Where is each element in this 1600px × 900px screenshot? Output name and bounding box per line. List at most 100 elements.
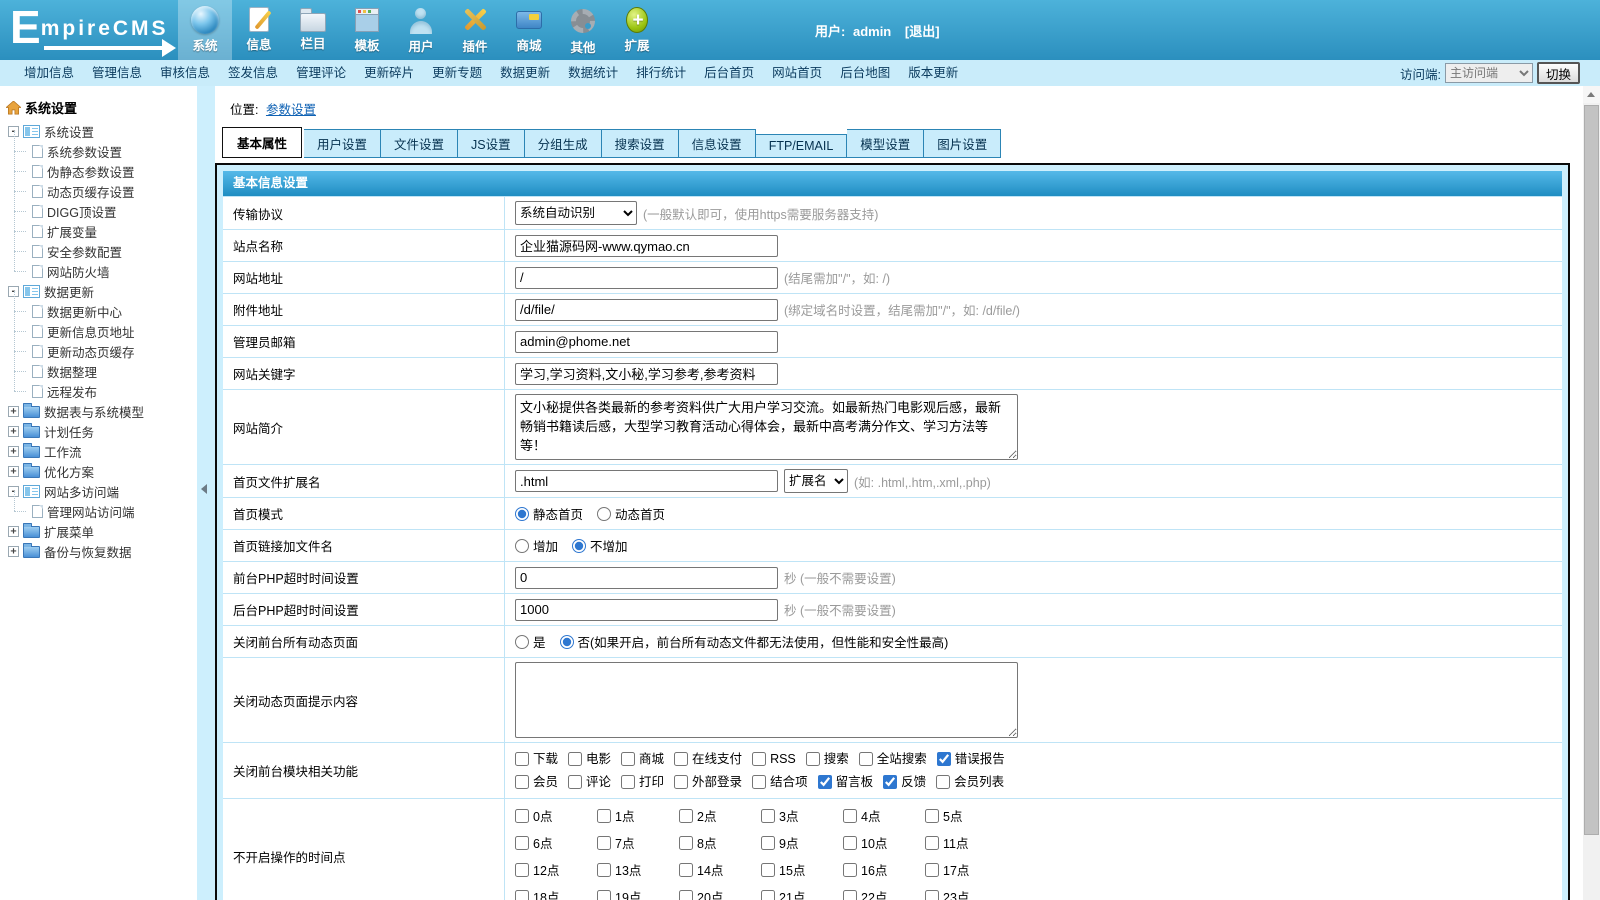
hour-checkbox-option[interactable]: 0点 [515,806,597,825]
close-dynamic-option[interactable]: 否(如果开启，前台所有动态文件都无法使用，但性能和安全性最高) [560,632,949,651]
main-nav-item[interactable]: 栏目 [286,0,340,60]
module-checkbox-option[interactable]: 全站搜索 [859,749,927,769]
checkbox[interactable] [515,775,529,789]
menubar-item[interactable]: 更新碎片 [355,60,423,86]
radio-button[interactable] [560,635,574,649]
hour-checkbox-option[interactable]: 2点 [679,806,761,825]
checkbox[interactable] [937,752,951,766]
checkbox[interactable] [752,775,766,789]
radio-button[interactable] [515,635,529,649]
menubar-item[interactable]: 管理信息 [83,60,151,86]
sidebar-collapse-icon[interactable] [201,484,207,494]
menubar-item[interactable]: 数据更新 [491,60,559,86]
checkbox[interactable] [597,890,611,900]
hour-checkbox-option[interactable]: 9点 [761,833,843,852]
sidebar-tree-item[interactable]: 优化方案 [0,461,197,481]
checkbox[interactable] [597,863,611,877]
radio-button[interactable] [572,539,586,553]
hour-checkbox-option[interactable]: 7点 [597,833,679,852]
sidebar-tree-item[interactable]: 更新信息页地址 [0,321,197,341]
module-checkbox-option[interactable]: 评论 [568,772,611,792]
checkbox[interactable] [515,752,529,766]
hour-checkbox-option[interactable]: 3点 [761,806,843,825]
index-mode-option[interactable]: 静态首页 [515,504,583,523]
settings-tab[interactable]: 分组生成 [525,129,602,158]
hour-checkbox-option[interactable]: 14点 [679,860,761,879]
sidebar-tree-item[interactable]: 网站多访问端 [0,481,197,501]
checkbox[interactable] [679,890,693,900]
back-timeout-input[interactable] [515,599,778,621]
hour-checkbox-option[interactable]: 8点 [679,833,761,852]
module-checkbox-option[interactable]: 留言板 [818,772,874,792]
tree-toggle-icon[interactable] [8,406,19,417]
checkbox[interactable] [679,809,693,823]
hour-checkbox-option[interactable]: 13点 [597,860,679,879]
checkbox[interactable] [761,890,775,900]
checkbox[interactable] [818,775,832,789]
hour-checkbox-option[interactable]: 22点 [843,887,925,900]
main-nav-item[interactable]: 插件 [448,0,502,60]
checkbox[interactable] [621,775,635,789]
access-select[interactable]: 主访问端 [1445,63,1533,83]
settings-tab[interactable]: 搜索设置 [602,129,679,158]
sidebar-tree-item[interactable]: 伪静态参数设置 [0,161,197,181]
settings-tab[interactable]: FTP/EMAIL [756,134,848,158]
hour-checkbox-option[interactable]: 15点 [761,860,843,879]
index-filename-option[interactable]: 增加 [515,536,558,555]
site-url-input[interactable] [515,267,778,289]
hour-checkbox-option[interactable]: 20点 [679,887,761,900]
module-checkbox-option[interactable]: 在线支付 [674,749,742,769]
module-checkbox-option[interactable]: 下载 [515,749,558,769]
index-mode-option[interactable]: 动态首页 [597,504,665,523]
main-nav-item[interactable]: 商城 [502,0,556,60]
module-checkbox-option[interactable]: 会员列表 [936,772,1004,792]
keywords-input[interactable] [515,363,778,385]
module-checkbox-option[interactable]: 电影 [568,749,611,769]
checkbox[interactable] [843,836,857,850]
checkbox[interactable] [761,809,775,823]
checkbox[interactable] [806,752,820,766]
checkbox[interactable] [752,752,766,766]
checkbox[interactable] [925,890,939,900]
menubar-item[interactable]: 增加信息 [15,60,83,86]
hour-checkbox-option[interactable]: 11点 [925,833,1007,852]
settings-tab[interactable]: 图片设置 [924,129,1001,158]
settings-tab[interactable]: 用户设置 [304,129,381,158]
checkbox[interactable] [515,863,529,877]
checkbox[interactable] [761,863,775,877]
hour-checkbox-option[interactable]: 12点 [515,860,597,879]
radio-button[interactable] [597,507,611,521]
sidebar-tree-item[interactable]: 系统设置 [0,121,197,141]
menubar-item[interactable]: 版本更新 [899,60,967,86]
breadcrumb-link[interactable]: 参数设置 [266,103,316,117]
hour-checkbox-option[interactable]: 5点 [925,806,1007,825]
hour-checkbox-option[interactable]: 4点 [843,806,925,825]
sidebar-tree-item[interactable]: 数据整理 [0,361,197,381]
index-ext-input[interactable] [515,470,778,492]
main-nav-item[interactable]: 用户 [394,0,448,60]
sidebar-tree-item[interactable]: 管理网站访问端 [0,501,197,521]
menubar-item[interactable]: 后台首页 [695,60,763,86]
main-nav-item[interactable]: 信息 [232,0,286,60]
module-checkbox-option[interactable]: 打印 [621,772,664,792]
module-checkbox-option[interactable]: 会员 [515,772,558,792]
scroll-up-arrow-icon[interactable] [1583,86,1600,103]
checkbox[interactable] [859,752,873,766]
module-checkbox-option[interactable]: 结合项 [752,772,808,792]
tree-toggle-icon[interactable] [8,446,19,457]
hour-checkbox-option[interactable]: 16点 [843,860,925,879]
checkbox[interactable] [925,836,939,850]
sidebar-tree-item[interactable]: 系统参数设置 [0,141,197,161]
menubar-item[interactable]: 审核信息 [151,60,219,86]
checkbox[interactable] [843,890,857,900]
tree-toggle-icon[interactable] [8,526,19,537]
menubar-item[interactable]: 后台地图 [831,60,899,86]
module-checkbox-option[interactable]: 错误报告 [937,749,1005,769]
protocol-select[interactable]: 系统自动识别 [515,201,637,225]
main-nav-item[interactable]: 其他 [556,0,610,60]
sidebar-tree-item[interactable]: 扩展变量 [0,221,197,241]
hour-checkbox-option[interactable]: 1点 [597,806,679,825]
sidebar-tree-item[interactable]: 数据更新 [0,281,197,301]
logout-link[interactable]: [退出] [905,24,940,39]
menubar-item[interactable]: 网站首页 [763,60,831,86]
